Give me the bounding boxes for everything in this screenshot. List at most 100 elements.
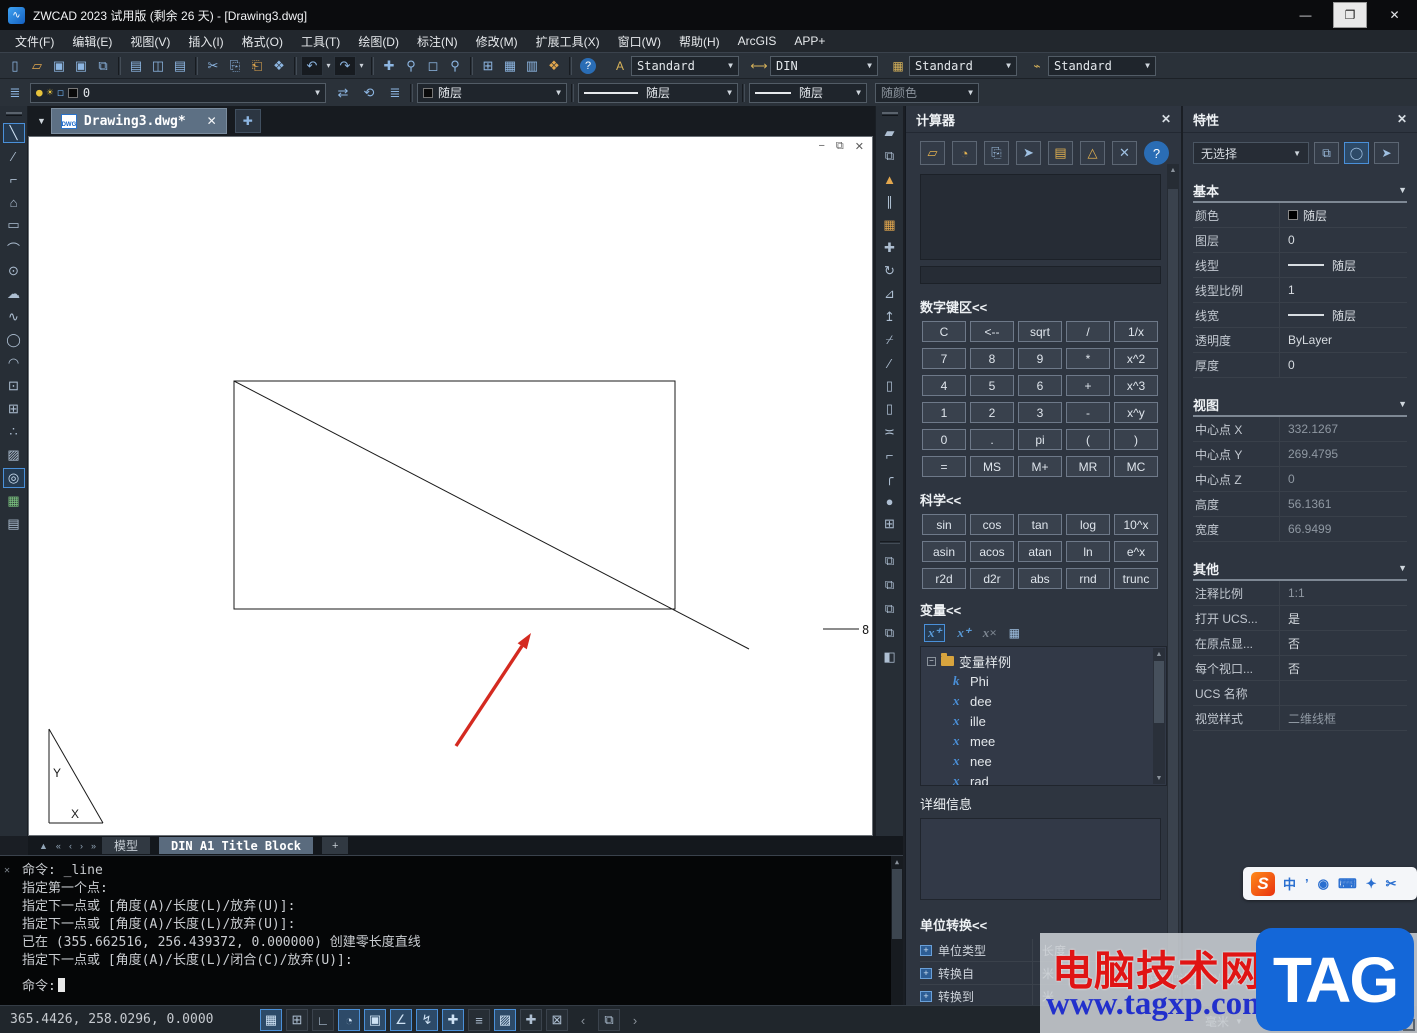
punctuation-icon[interactable]: ’ xyxy=(1305,876,1309,891)
calc-sci-key[interactable]: trunc xyxy=(1114,568,1158,589)
calc-key[interactable]: = xyxy=(922,456,966,477)
zoom-previous-icon[interactable]: ⚲ xyxy=(444,56,466,76)
lineweight-select[interactable]: 随层 ▼ xyxy=(749,82,867,103)
menu-item[interactable]: 文件(F) xyxy=(6,30,63,52)
next-layout-icon[interactable]: › xyxy=(624,1009,646,1031)
variable-row[interactable]: x mee xyxy=(927,731,1152,751)
purge-icon[interactable]: ❖ xyxy=(543,56,565,76)
polygon-icon[interactable]: ⌂ xyxy=(3,192,25,212)
calc-key[interactable]: x^y xyxy=(1114,402,1158,423)
calc-key[interactable]: MS xyxy=(970,456,1014,477)
trim-icon[interactable]: ⌿ xyxy=(879,330,901,350)
break-at-point-icon[interactable]: ▯ xyxy=(879,399,901,419)
draworder-viewport-icon[interactable]: ◧ xyxy=(879,647,901,667)
toolbox-icon[interactable]: ✂ xyxy=(1386,876,1397,892)
polar-tracking-icon[interactable]: ◔ xyxy=(338,1009,360,1031)
zoom-window-icon[interactable]: ◻ xyxy=(422,56,444,76)
calc-sci-key[interactable]: cos xyxy=(970,514,1014,535)
menu-item[interactable]: 扩展工具(X) xyxy=(527,30,609,52)
variables-tree[interactable]: − 变量样例 k Phi x dee x ille x mee x nee x … xyxy=(920,646,1167,786)
linetype-select[interactable]: 随层 ▼ xyxy=(578,82,738,103)
stretch-icon[interactable]: ↥ xyxy=(879,307,901,327)
variable-row[interactable]: x dee xyxy=(927,691,1152,711)
polyline-icon[interactable]: ⌐ xyxy=(3,169,25,189)
cut-icon[interactable]: ✂ xyxy=(202,56,224,76)
object-snap-icon[interactable]: ▣ xyxy=(364,1009,386,1031)
close-button[interactable]: ✕ xyxy=(1372,0,1417,30)
canvas-close-icon[interactable]: ✕ xyxy=(855,140,864,153)
pan-icon[interactable]: ✚ xyxy=(378,56,400,76)
resize-grip[interactable] xyxy=(1403,1019,1415,1031)
property-value[interactable]: 是 xyxy=(1288,610,1300,627)
units-section-label[interactable]: 单位转换<< xyxy=(920,915,1181,934)
measure-angle-icon[interactable]: △ xyxy=(1080,141,1105,165)
break-icon[interactable]: ▯ xyxy=(879,376,901,396)
variable-row[interactable]: x nee xyxy=(927,751,1152,771)
section-basic[interactable]: 基本 ▼ xyxy=(1193,179,1407,203)
selection-filter-select[interactable]: 无选择 ▼ xyxy=(1193,142,1309,164)
skin-icon[interactable]: ✦ xyxy=(1366,876,1377,892)
calc-key[interactable]: 8 xyxy=(970,348,1014,369)
minimize-button[interactable]: — xyxy=(1283,0,1328,30)
collapse-icon[interactable]: ▼ xyxy=(1398,185,1407,195)
erase-icon[interactable]: ▰ xyxy=(879,123,901,143)
calc-key[interactable]: M+ xyxy=(1018,456,1062,477)
new-variable-icon[interactable]: x⁺ xyxy=(924,624,946,642)
new-icon[interactable]: ▯ xyxy=(4,56,26,76)
ellipse-icon[interactable]: ◯ xyxy=(3,330,25,350)
field-icon[interactable]: ▥ xyxy=(521,56,543,76)
save-as-icon[interactable]: ▣ xyxy=(70,56,92,76)
variables-section-label[interactable]: 变量<< xyxy=(920,600,1181,619)
property-value[interactable]: 随层 xyxy=(1332,307,1356,324)
property-value[interactable]: 随层 xyxy=(1303,207,1327,224)
table-icon[interactable]: ▦ xyxy=(499,56,521,76)
calc-key[interactable]: MC xyxy=(1114,456,1158,477)
color-select[interactable]: 随层 ▼ xyxy=(417,82,567,103)
section-view[interactable]: 视图 ▼ xyxy=(1193,393,1407,417)
document-tab[interactable]: DWG Drawing3.dwg* ✕ xyxy=(50,108,227,134)
style-select[interactable]: Standard ▼ xyxy=(1048,55,1156,76)
edit-variable-icon[interactable]: x⁺ xyxy=(957,625,970,641)
command-close-icon[interactable]: ✕ xyxy=(4,862,10,880)
scroll-up-icon[interactable]: ▲ xyxy=(1153,648,1165,660)
prev-layout-icon[interactable]: ‹ xyxy=(572,1009,594,1031)
calc-key[interactable]: 4 xyxy=(922,375,966,396)
calc-sci-key[interactable]: r2d xyxy=(922,568,966,589)
collapse-icon[interactable]: ▼ xyxy=(1398,563,1407,573)
toolbar-drag-handle[interactable] xyxy=(5,112,22,116)
plot-icon[interactable]: ▤ xyxy=(125,56,147,76)
calc-key[interactable]: C xyxy=(922,321,966,342)
send-to-back-icon[interactable]: ⧉ xyxy=(879,575,901,595)
history-icon[interactable]: ◔ xyxy=(952,141,977,165)
calc-key[interactable]: 9 xyxy=(1018,348,1062,369)
menu-item[interactable]: 帮助(H) xyxy=(670,30,729,52)
point-icon[interactable]: ∴ xyxy=(3,422,25,442)
calc-key[interactable]: <-- xyxy=(970,321,1014,342)
property-value[interactable]: 1 xyxy=(1288,283,1295,297)
ortho-icon[interactable]: ∟ xyxy=(312,1009,334,1031)
mleader-style-combo[interactable]: ⌁ Standard ▼ xyxy=(1026,55,1156,76)
explode-icon[interactable]: ● xyxy=(879,491,901,511)
undo-dropdown-icon[interactable]: ▾ xyxy=(323,56,334,76)
calc-key[interactable]: . xyxy=(970,429,1014,450)
calc-key[interactable]: + xyxy=(1066,375,1110,396)
plot-preview-icon[interactable]: ◫ xyxy=(147,56,169,76)
menu-item[interactable]: 编辑(E) xyxy=(63,30,121,52)
calc-key[interactable]: 0 xyxy=(922,429,966,450)
variable-row[interactable]: x ille xyxy=(927,711,1152,731)
variable-row[interactable]: x rad xyxy=(927,771,1152,785)
bring-to-front-icon[interactable]: ⧉ xyxy=(879,551,901,571)
layer-freeze-icon[interactable]: ☀ xyxy=(47,86,54,99)
calc-sci-key[interactable]: log xyxy=(1066,514,1110,535)
ellipse-arc-icon[interactable]: ◠ xyxy=(3,353,25,373)
calc-sci-key[interactable]: ln xyxy=(1066,541,1110,562)
command-scrollbar[interactable]: ▲ xyxy=(891,856,903,1006)
calc-key[interactable]: 7 xyxy=(922,348,966,369)
soft-keyboard-icon[interactable]: ⌨ xyxy=(1338,876,1357,892)
calc-key[interactable]: pi xyxy=(1018,429,1062,450)
layer-properties-icon[interactable]: ≣ xyxy=(4,83,26,103)
calc-key[interactable]: 3 xyxy=(1018,402,1062,423)
annotation-visibility-icon[interactable]: ⊠ xyxy=(546,1009,568,1031)
menu-item[interactable]: 工具(T) xyxy=(292,30,349,52)
property-value[interactable]: 0 xyxy=(1288,233,1295,247)
